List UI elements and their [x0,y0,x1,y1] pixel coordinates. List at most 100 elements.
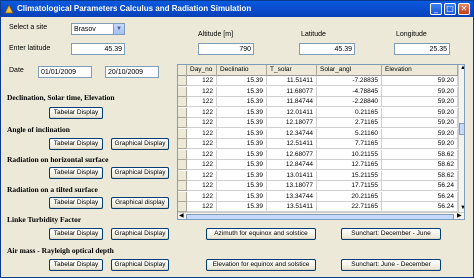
row-selector[interactable] [178,149,187,160]
scroll-left-icon[interactable]: ◀ [179,213,184,219]
table-cell[interactable]: 122 [187,118,217,128]
table-cell[interactable]: 122 [187,181,217,191]
table-row[interactable]: 122 15.39 12.34744 5.21160 59.20 [178,128,458,139]
table-cell[interactable]: 15.39 [217,107,267,118]
table-cell[interactable]: 12.51411 [267,139,317,149]
table-cell[interactable]: -2.28840 [317,97,382,107]
table-cell[interactable]: 59.20 [382,86,458,97]
declination-tabelar-button[interactable]: Tabelar Display [49,107,103,119]
table-cell[interactable]: 56.24 [382,202,458,212]
azimuth-button[interactable]: Azimuth for equinox and solstice [206,228,316,240]
date-from-field[interactable]: 01/01/2009 [38,66,92,78]
table-cell[interactable]: 15.39 [217,128,267,139]
vertical-scrollbar[interactable]: ▲ ▼ [458,65,464,212]
table-cell[interactable]: 15.39 [217,191,267,202]
table-cell[interactable]: 12.71165 [317,160,382,170]
table-cell[interactable]: 58.62 [382,170,458,181]
table-cell[interactable]: 5.21160 [317,128,382,139]
table-cell[interactable]: 13.01411 [267,170,317,181]
close-button[interactable]: ✕ [458,3,470,15]
table-cell[interactable]: 58.62 [382,149,458,160]
table-cell[interactable]: 59.20 [382,118,458,128]
sunchart-june-dec-button[interactable]: Sunchart: June - December [341,259,441,271]
row-selector[interactable] [178,76,187,86]
longitude-field[interactable]: 25.35 [394,43,450,55]
table-cell[interactable]: 15.39 [217,181,267,191]
elevation-button[interactable]: Elevation for equinox and solstice [206,259,316,271]
table-row[interactable]: 122 15.39 11.84744 -2.28840 59.20 [178,97,458,107]
table-row[interactable]: 122 15.39 12.84744 12.71165 58.62 [178,160,458,170]
airmass-graphical-button[interactable]: Graphical Display [111,259,169,271]
table-row[interactable]: 122 15.39 11.68077 -4.78845 59.20 [178,86,458,97]
chevron-down-icon[interactable]: ▼ [113,24,124,34]
table-cell[interactable]: 17.71155 [317,181,382,191]
table-cell[interactable]: 58.62 [382,160,458,170]
column-header[interactable]: T_solar [267,65,317,76]
table-cell[interactable]: 59.20 [382,76,458,86]
table-cell[interactable]: 122 [187,160,217,170]
column-header[interactable]: Declinatio [217,65,267,76]
title-bar[interactable]: Climatological Parameters Calculus and R… [1,1,473,17]
table-cell[interactable]: 59.20 [382,107,458,118]
table-cell[interactable]: 122 [187,139,217,149]
row-selector[interactable] [178,202,187,212]
latitude-field[interactable]: 45.39 [299,43,355,55]
table-cell[interactable]: 15.39 [217,97,267,107]
table-cell[interactable]: 59.20 [382,97,458,107]
column-header[interactable]: Elevation [382,65,458,76]
latitude-input[interactable]: 45.39 [71,43,125,55]
table-cell[interactable]: 15.39 [217,170,267,181]
table-cell[interactable]: 13.18077 [267,181,317,191]
table-cell[interactable]: 13.51411 [267,202,317,212]
table-cell[interactable]: 11.51411 [267,76,317,86]
table-cell[interactable]: 12.84744 [267,160,317,170]
tilted-tabelar-button[interactable]: Tabelar Display [49,197,103,209]
table-cell[interactable]: 15.39 [217,149,267,160]
table-cell[interactable]: 122 [187,76,217,86]
table-cell[interactable]: 122 [187,97,217,107]
row-selector[interactable] [178,181,187,191]
table-cell[interactable]: 15.39 [217,202,267,212]
altitude-field[interactable]: 790 [198,43,254,55]
table-cell[interactable]: 15.39 [217,76,267,86]
table-cell[interactable]: 59.20 [382,139,458,149]
table-cell[interactable]: 122 [187,86,217,97]
table-cell[interactable]: 12.18077 [267,118,317,128]
table-cell[interactable]: 10.21155 [317,149,382,160]
linke-tabelar-button[interactable]: Tabelar Display [49,228,103,240]
maximize-button[interactable]: □ [444,3,456,15]
horizontal-scrollbar[interactable]: ◀ ▶ [178,212,464,219]
table-cell[interactable]: 122 [187,191,217,202]
scroll-down-icon[interactable]: ▼ [460,205,464,212]
table-cell[interactable]: 22.71165 [317,202,382,212]
table-cell[interactable]: 12.01411 [267,107,317,118]
table-cell[interactable]: 2.71165 [317,118,382,128]
vertical-scroll-thumb[interactable] [459,123,464,135]
table-cell[interactable]: 122 [187,149,217,160]
row-selector[interactable] [178,191,187,202]
minimize-button[interactable]: _ [430,3,442,15]
row-selector[interactable] [178,107,187,118]
scroll-up-icon[interactable]: ▲ [460,65,464,72]
date-to-field[interactable]: 20/10/2009 [105,66,159,78]
table-cell[interactable]: 59.20 [382,128,458,139]
table-row[interactable]: 122 15.39 12.51411 7.71165 59.20 [178,139,458,149]
column-header[interactable]: Solar_angl [317,65,382,76]
row-selector[interactable] [178,128,187,139]
horizontal-scroll-thumb[interactable] [186,214,454,219]
angle-tabelar-button[interactable]: Tabelar Display [49,138,103,150]
horizontal-graphical-button[interactable]: Graphical Display [111,167,169,179]
table-cell[interactable]: 12.68077 [267,149,317,160]
table-cell[interactable]: 122 [187,202,217,212]
table-cell[interactable]: 12.34744 [267,128,317,139]
table-cell[interactable]: 15.39 [217,118,267,128]
table-row[interactable]: 122 15.39 13.01411 15.21155 58.62 [178,170,458,181]
table-cell[interactable]: 13.34744 [267,191,317,202]
table-row[interactable]: 122 15.39 13.18077 17.71155 56.24 [178,181,458,191]
table-row[interactable]: 122 15.39 11.51411 -7.28835 59.20 [178,76,458,86]
table-cell[interactable]: 15.21155 [317,170,382,181]
table-cell[interactable]: 122 [187,170,217,181]
row-selector[interactable] [178,170,187,181]
table-cell[interactable]: 122 [187,128,217,139]
table-row[interactable]: 122 15.39 12.68077 10.21155 58.62 [178,149,458,160]
